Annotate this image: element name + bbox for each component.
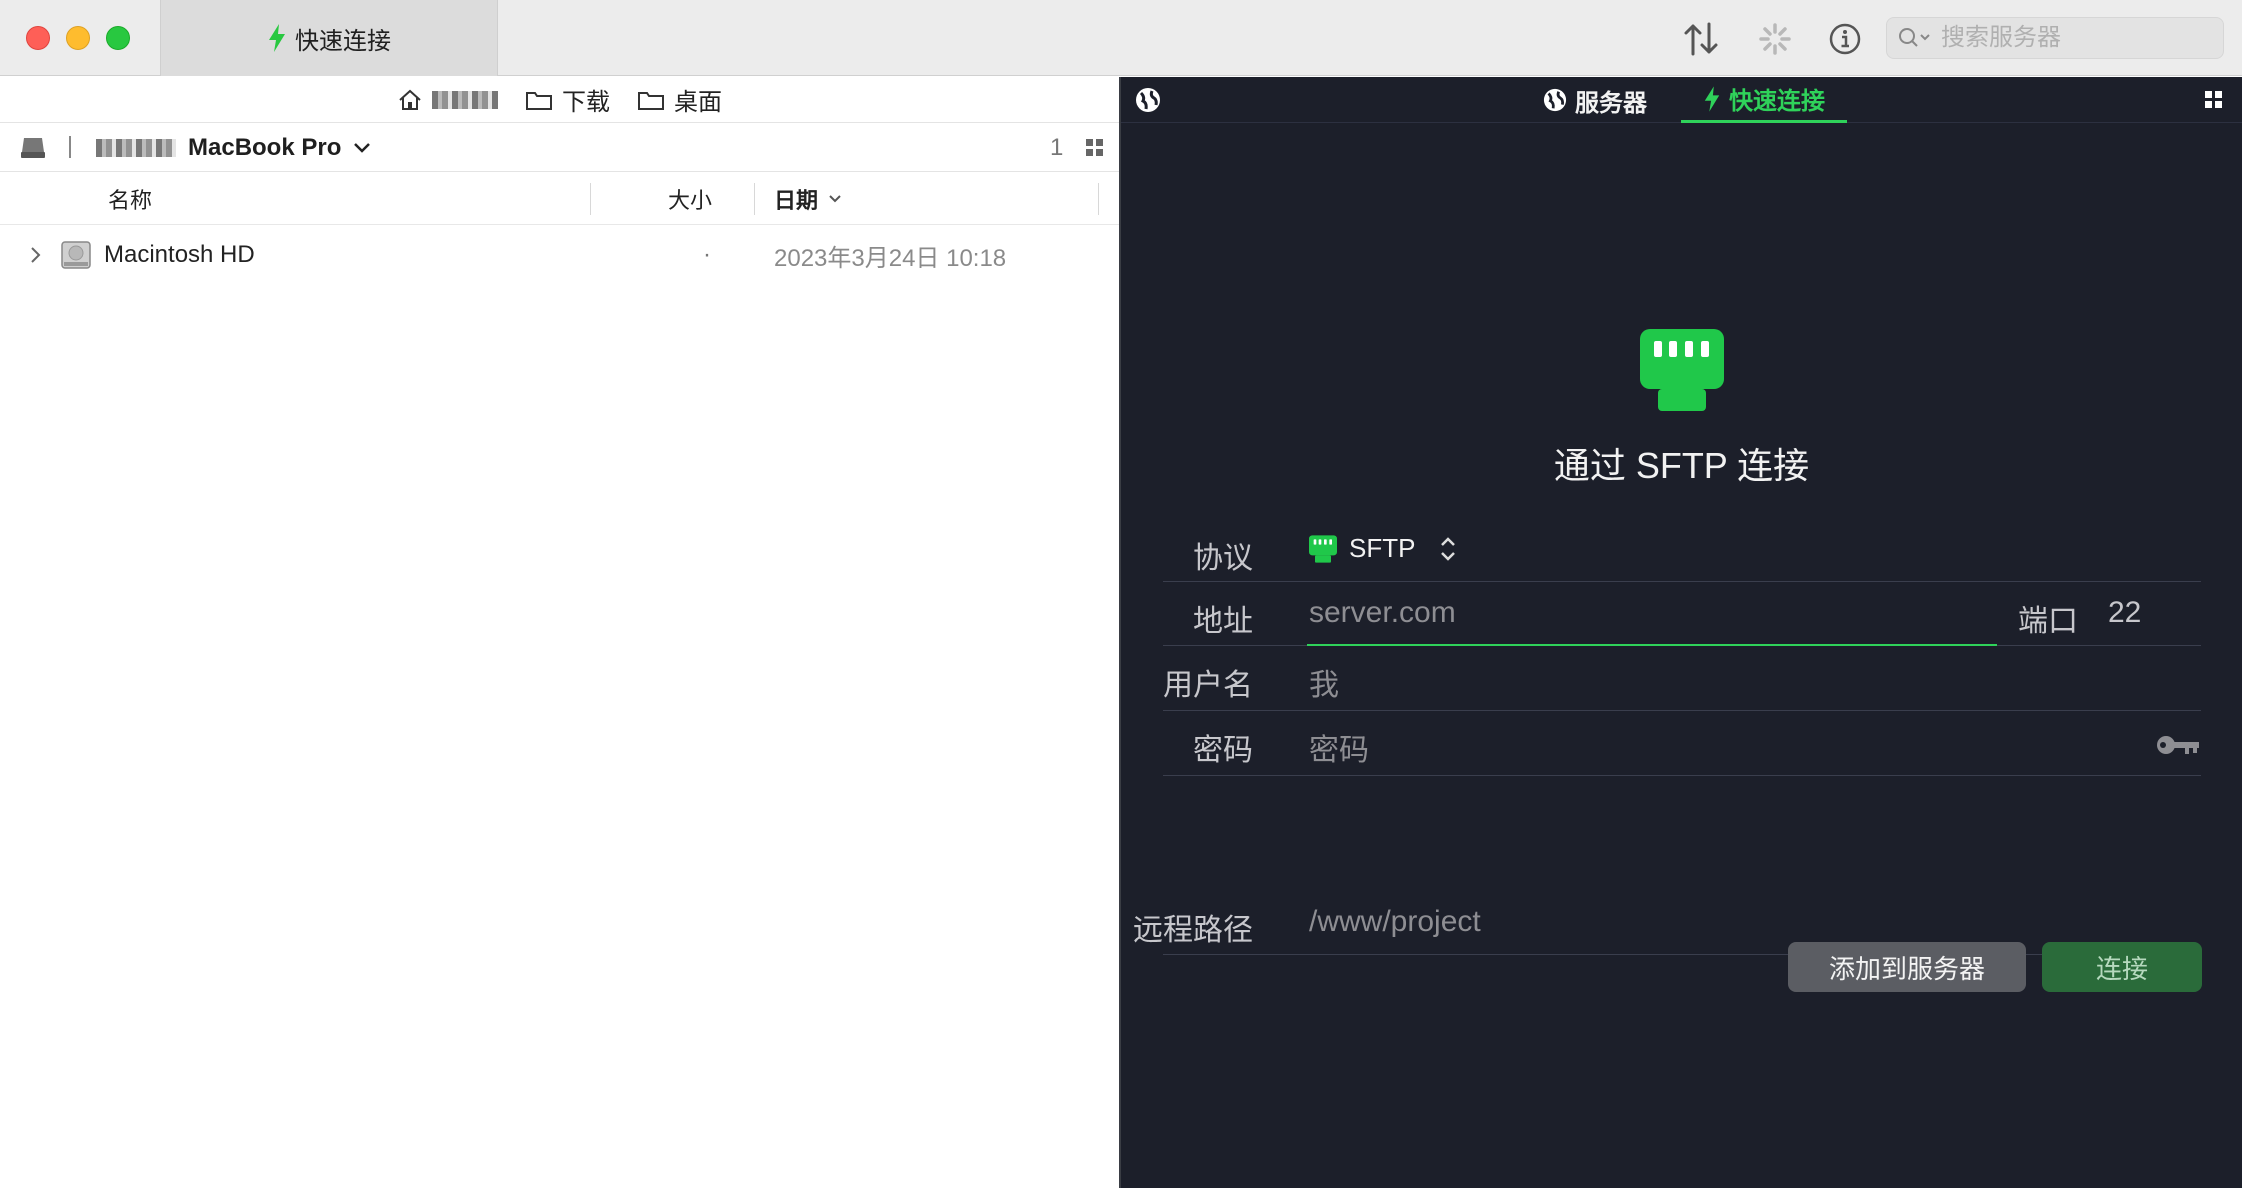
address-placeholder: server.com bbox=[1309, 596, 1456, 629]
bookmark-downloads[interactable]: 下载 bbox=[526, 82, 610, 117]
grid-view-icon[interactable] bbox=[1086, 139, 1104, 157]
device-name: MacBook Pro bbox=[188, 134, 342, 161]
column-size[interactable]: 大小 bbox=[668, 173, 712, 225]
minimize-window-button[interactable] bbox=[66, 26, 90, 50]
tab-title: 快速连接 bbox=[295, 27, 391, 55]
column-date[interactable]: 日期 bbox=[774, 173, 842, 225]
tab-servers[interactable]: 服务器 bbox=[1543, 77, 1647, 123]
redacted-username bbox=[432, 90, 498, 109]
address-row: 地址 server.com 端口 22 bbox=[1163, 583, 2201, 646]
title-bar: 快速连接 bbox=[0, 0, 2242, 76]
remote-tab-bar: 服务器 快速连接 bbox=[1121, 77, 2242, 123]
redacted-device-name bbox=[96, 139, 176, 157]
tab-quick-label: 快速连接 bbox=[1729, 88, 1825, 115]
file-name: Macintosh HD bbox=[104, 241, 255, 268]
close-window-button[interactable] bbox=[26, 26, 50, 50]
column-header: 名称 大小 日期 bbox=[0, 173, 1120, 225]
sort-chevron-icon bbox=[829, 195, 841, 203]
path-separator bbox=[69, 136, 71, 158]
drive-icon[interactable] bbox=[20, 136, 46, 160]
remote-path-input[interactable]: /www/project bbox=[1309, 905, 1481, 939]
remote-path-label: 远程路径 bbox=[1133, 914, 1253, 947]
activity-spinner-icon[interactable] bbox=[1756, 20, 1794, 58]
zoom-window-button[interactable] bbox=[106, 26, 130, 50]
ethernet-port-icon bbox=[1640, 329, 1724, 411]
chevron-right-icon bbox=[31, 247, 41, 263]
search-field[interactable] bbox=[1886, 17, 2224, 59]
protocol-value: SFTP bbox=[1349, 533, 1416, 563]
bookmark-home[interactable] bbox=[398, 89, 498, 111]
search-icon bbox=[1899, 28, 1930, 47]
bookmark-desktop[interactable]: 桌面 bbox=[638, 82, 722, 117]
ethernet-port-icon bbox=[1309, 534, 1337, 563]
info-icon[interactable] bbox=[1826, 20, 1864, 58]
local-file-pane: 下载 桌面 MacBook Pro 1 名称 大小 日期 Macintosh H… bbox=[0, 77, 1120, 1188]
search-input[interactable] bbox=[1941, 24, 2201, 52]
column-divider[interactable] bbox=[754, 183, 755, 215]
table-row[interactable]: Macintosh HD · 2023年3月24日 10:18 bbox=[0, 233, 1120, 277]
globe-icon[interactable] bbox=[1135, 87, 1161, 113]
home-icon bbox=[399, 89, 421, 110]
disclosure-triangle[interactable] bbox=[30, 233, 42, 277]
add-button-label: 添加到服务器 bbox=[1828, 953, 1985, 984]
bookmarks-bar: 下载 桌面 bbox=[0, 77, 1120, 123]
column-name-label: 名称 bbox=[108, 188, 153, 213]
transfer-arrows-icon[interactable] bbox=[1682, 20, 1720, 58]
connect-button-label: 连接 bbox=[2095, 953, 2148, 984]
column-divider[interactable] bbox=[590, 183, 591, 215]
column-size-label: 大小 bbox=[668, 188, 713, 213]
lightning-icon bbox=[269, 24, 285, 52]
address-input[interactable]: server.com bbox=[1307, 583, 1997, 646]
chevron-down-icon bbox=[354, 143, 371, 153]
up-down-chevron-icon bbox=[1441, 536, 1456, 561]
password-input[interactable]: 密码 bbox=[1309, 725, 1369, 769]
connect-heading: 通过 SFTP 连接 bbox=[1553, 445, 1810, 486]
connect-button[interactable]: 连接 bbox=[2042, 942, 2202, 992]
username-input[interactable]: 我 bbox=[1309, 660, 1339, 704]
file-date: 2023年3月24日 10:18 bbox=[774, 244, 1007, 272]
add-to-servers-button[interactable]: 添加到服务器 bbox=[1788, 942, 2026, 992]
port-input[interactable]: 22 bbox=[2108, 596, 2141, 630]
username-row: 用户名 我 bbox=[1163, 647, 2201, 711]
port-label: 端口 bbox=[2018, 605, 2078, 638]
protocol-row: 协议 SFTP bbox=[1163, 527, 2201, 582]
item-count: 1 bbox=[1050, 134, 1064, 161]
address-label: 地址 bbox=[1193, 605, 1253, 638]
remote-pane: 服务器 快速连接 通过 SFTP 连接 协议 SFTP 地址 server.co… bbox=[1121, 77, 2242, 1188]
bookmark-label: 下载 bbox=[562, 89, 610, 116]
grid-view-icon[interactable] bbox=[2205, 91, 2223, 109]
protocol-label: 协议 bbox=[1193, 542, 1253, 575]
protocol-select[interactable]: SFTP bbox=[1309, 533, 1457, 564]
column-name[interactable]: 名称 bbox=[108, 173, 152, 225]
tab-servers-label: 服务器 bbox=[1575, 89, 1647, 117]
column-date-label: 日期 bbox=[774, 188, 819, 213]
password-row: 密码 密码 bbox=[1163, 712, 2201, 776]
app-window: 快速连接 下载 桌面 bbox=[0, 0, 2242, 1188]
globe-icon bbox=[1543, 88, 1567, 112]
folder-icon bbox=[526, 91, 552, 110]
path-bar: MacBook Pro 1 bbox=[0, 124, 1120, 172]
tab-quick-connect-remote[interactable]: 快速连接 bbox=[1681, 77, 1847, 123]
folder-icon bbox=[638, 91, 664, 110]
lightning-icon bbox=[1704, 85, 1720, 112]
bookmark-label: 桌面 bbox=[674, 89, 722, 116]
key-icon[interactable] bbox=[2155, 734, 2201, 756]
file-size: · bbox=[703, 241, 711, 268]
tab-quick-connect[interactable]: 快速连接 bbox=[160, 0, 498, 76]
password-label: 密码 bbox=[1193, 734, 1253, 767]
hard-drive-icon bbox=[60, 233, 92, 277]
column-divider[interactable] bbox=[1098, 183, 1099, 215]
username-label: 用户名 bbox=[1163, 669, 1253, 702]
path-device-selector[interactable]: MacBook Pro bbox=[96, 124, 371, 172]
